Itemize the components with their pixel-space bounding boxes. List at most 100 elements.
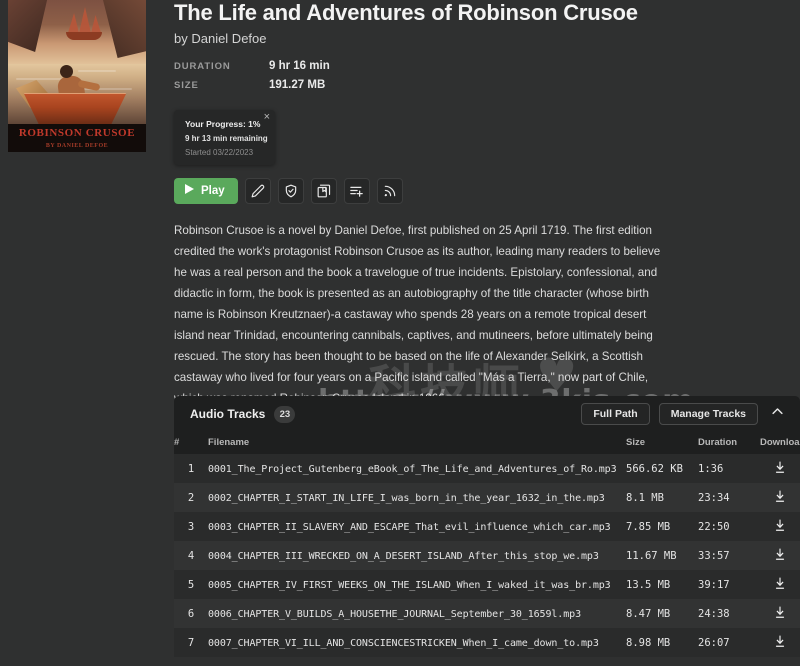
- shield-check-icon: [284, 184, 298, 198]
- mark-finished-button[interactable]: [277, 177, 304, 204]
- cell-filename: 0007_CHAPTER_VI_ILL_AND_CONSCIENCESTRICK…: [208, 637, 599, 649]
- table-row[interactable]: 5 0005_CHAPTER_IV_FIRST_WEEKS_ON_THE_ISLA…: [174, 570, 800, 599]
- manage-tracks-button[interactable]: Manage Tracks: [658, 403, 758, 425]
- full-path-button[interactable]: Full Path: [581, 403, 650, 425]
- table-row[interactable]: 4 0004_CHAPTER_III_WRECKED_ON_A_DESERT_IS…: [174, 541, 800, 570]
- cell-duration: 1:36: [698, 462, 724, 475]
- cell-filename: 0001_The_Project_Gutenberg_eBook_of_The_…: [208, 463, 617, 475]
- cell-filename: 0003_CHAPTER_II_SLAVERY_AND_ESCAPE_That_…: [208, 521, 611, 533]
- book-metadata: DURATION 9 hr 16 min SIZE 191.27 MB: [174, 60, 784, 98]
- action-buttons: Play: [174, 177, 784, 204]
- cell-size: 11.67 MB: [626, 549, 677, 562]
- table-row[interactable]: 1 0001_The_Project_Gutenberg_eBook_of_The…: [174, 454, 800, 483]
- cell-filename: 0002_CHAPTER_I_START_IN_LIFE_I_was_born_…: [208, 492, 605, 504]
- audio-tracks-table: # Filename Size Duration Download 1 0001_…: [174, 432, 800, 657]
- column-header-duration[interactable]: Duration: [698, 432, 760, 454]
- size-value: 191.27 MB: [269, 78, 326, 91]
- cell-filename: 0005_CHAPTER_IV_FIRST_WEEKS_ON_THE_ISLAN…: [208, 579, 611, 591]
- cell-size: 13.5 MB: [626, 578, 671, 591]
- book-detail-column: The Life and Adventures of Robinson Crus…: [174, 0, 784, 409]
- size-label: SIZE: [174, 79, 199, 91]
- chevron-up-icon[interactable]: [770, 404, 785, 424]
- audio-tracks-panel: Audio Tracks 23 Full Path Manage Tracks …: [174, 396, 800, 657]
- progress-percent-text: Your Progress: 1%: [185, 118, 261, 129]
- table-row[interactable]: 6 0006_CHAPTER_V_BUILDS_A_HOUSETHE_JOURNA…: [174, 599, 800, 628]
- cover-rowboat: [16, 65, 126, 126]
- cell-track-number: 6: [187, 607, 195, 620]
- cover-artwork: Robinson Crusoe By Daniel Defoe: [8, 0, 146, 152]
- audio-tracks-header: Audio Tracks 23 Full Path Manage Tracks: [174, 396, 800, 432]
- cell-filename: 0006_CHAPTER_V_BUILDS_A_HOUSETHE_JOURNAL…: [208, 608, 581, 620]
- rss-feed-icon: [383, 184, 397, 198]
- close-icon[interactable]: ×: [264, 111, 270, 123]
- cell-download: [760, 570, 800, 599]
- cell-duration: 33:57: [698, 549, 730, 562]
- column-header-number[interactable]: #: [174, 432, 208, 454]
- table-row[interactable]: 3 0003_CHAPTER_II_SLAVERY_AND_ESCAPE_That…: [174, 512, 800, 541]
- cell-size: 8.47 MB: [626, 607, 671, 620]
- cell-track-number: 1: [187, 462, 195, 475]
- play-button[interactable]: Play: [174, 177, 238, 204]
- download-icon[interactable]: [773, 634, 787, 652]
- cell-duration: 26:07: [698, 636, 730, 649]
- cell-duration: 23:34: [698, 491, 730, 504]
- track-count-badge: 23: [274, 405, 296, 423]
- cell-size: 8.98 MB: [626, 636, 671, 649]
- play-triangle-icon: [184, 182, 195, 200]
- audio-tracks-title: Audio Tracks: [190, 407, 266, 421]
- column-header-download: Download: [760, 432, 800, 454]
- playlist-add-icon: [349, 183, 364, 198]
- cover-ship: [62, 2, 106, 42]
- cell-duration: 24:38: [698, 607, 730, 620]
- cell-download: [760, 628, 800, 657]
- metadata-row-duration: DURATION 9 hr 16 min: [174, 60, 784, 79]
- book-detail-page: Robinson Crusoe By Daniel Defoe 科技师 ♥ ht…: [0, 0, 800, 666]
- cell-track-number: 4: [187, 549, 195, 562]
- book-author: by Daniel Defoe: [174, 30, 267, 46]
- edit-pencil-icon: [251, 184, 265, 198]
- download-icon[interactable]: [773, 576, 787, 594]
- add-to-playlist-button[interactable]: [343, 177, 370, 204]
- cell-download: [760, 454, 800, 483]
- cell-size: 7.85 MB: [626, 520, 671, 533]
- download-icon[interactable]: [773, 547, 787, 565]
- cell-size: 566.62 KB: [626, 462, 683, 475]
- audio-tracks-body: 1 0001_The_Project_Gutenberg_eBook_of_The…: [174, 454, 800, 657]
- table-row[interactable]: 7 0007_CHAPTER_VI_ILL_AND_CONSCIENCESTRIC…: [174, 628, 800, 657]
- cell-download: [760, 483, 800, 512]
- duration-label: DURATION: [174, 60, 231, 72]
- cell-track-number: 7: [187, 636, 195, 649]
- progress-popover: × Your Progress: 1% 9 hr 13 min remainin…: [174, 109, 275, 165]
- edit-button[interactable]: [244, 177, 271, 204]
- book-cover[interactable]: Robinson Crusoe By Daniel Defoe: [8, 0, 146, 152]
- cover-title-text: Robinson Crusoe: [18, 127, 136, 139]
- download-icon[interactable]: [773, 489, 787, 507]
- cell-download: [760, 512, 800, 541]
- progress-remaining-text: 9 hr 13 min remaining: [185, 133, 268, 143]
- collections-book-icon: [317, 184, 331, 198]
- download-icon[interactable]: [773, 605, 787, 623]
- cell-track-number: 2: [187, 491, 195, 504]
- cell-duration: 22:50: [698, 520, 730, 533]
- duration-value: 9 hr 16 min: [269, 59, 330, 72]
- table-row[interactable]: 2 0002_CHAPTER_I_START_IN_LIFE_I_was_born…: [174, 483, 800, 512]
- cell-download: [760, 541, 800, 570]
- progress-started-text: Started 03/22/2023: [185, 147, 254, 157]
- cell-download: [760, 599, 800, 628]
- cell-duration: 39:17: [698, 578, 730, 591]
- table-header-row: # Filename Size Duration Download: [174, 432, 800, 454]
- play-button-label: Play: [201, 184, 225, 197]
- cell-track-number: 3: [187, 520, 195, 533]
- book-description: Robinson Crusoe is a novel by Daniel Def…: [174, 223, 661, 406]
- column-header-size[interactable]: Size: [626, 432, 698, 454]
- column-header-filename[interactable]: Filename: [208, 432, 626, 454]
- cell-track-number: 5: [187, 578, 195, 591]
- rss-feed-button[interactable]: [376, 177, 403, 204]
- metadata-row-size: SIZE 191.27 MB: [174, 79, 784, 98]
- cover-author-text: By Daniel Defoe: [45, 143, 109, 149]
- download-icon[interactable]: [773, 460, 787, 478]
- add-to-collection-button[interactable]: [310, 177, 337, 204]
- cell-size: 8.1 MB: [626, 491, 664, 504]
- cell-filename: 0004_CHAPTER_III_WRECKED_ON_A_DESERT_ISL…: [208, 550, 599, 562]
- download-icon[interactable]: [773, 518, 787, 536]
